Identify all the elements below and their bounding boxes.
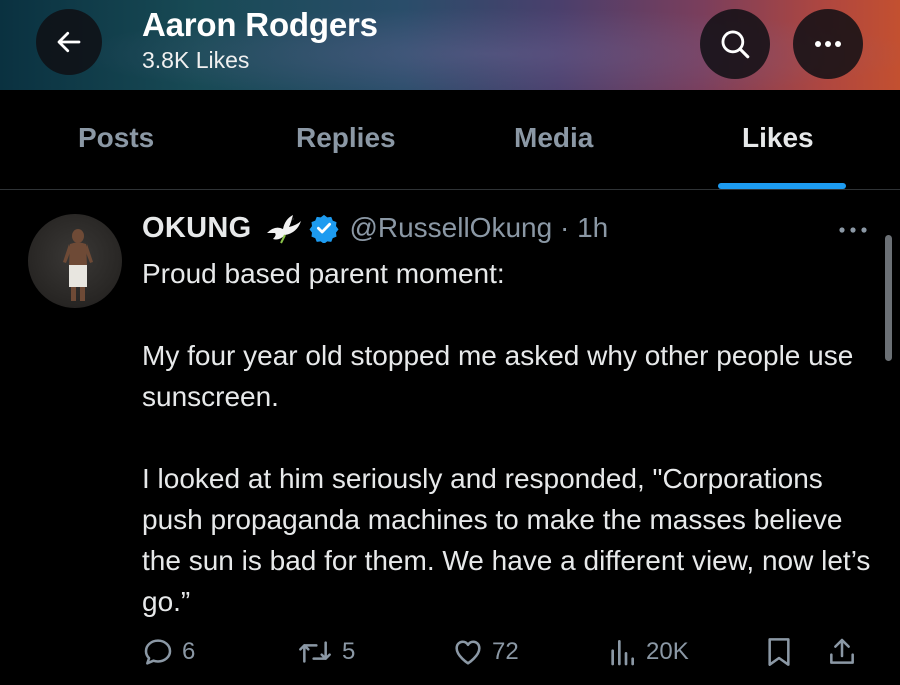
heart-icon — [455, 640, 481, 665]
tab-likes[interactable]: Likes — [742, 122, 814, 154]
bookmark-icon — [768, 638, 790, 666]
back-button[interactable] — [36, 9, 102, 75]
repost-icon — [299, 641, 331, 663]
search-button[interactable] — [700, 9, 770, 79]
active-tab-indicator — [718, 183, 846, 189]
like-button[interactable]: 72 — [452, 636, 519, 668]
tab-replies[interactable]: Replies — [296, 122, 396, 154]
scrollbar[interactable] — [885, 235, 892, 361]
search-icon — [721, 30, 750, 59]
arrow-left-icon — [57, 31, 81, 53]
tweet-author-row: OKUNG @RussellOkung · 1h — [142, 206, 608, 250]
repost-button[interactable]: 5 — [296, 636, 355, 668]
views-count: 20K — [646, 638, 689, 665]
avatar[interactable] — [28, 214, 122, 308]
share-button[interactable] — [826, 636, 858, 668]
reply-icon — [144, 639, 172, 665]
tweet-text: Proud based parent moment: My four year … — [142, 258, 871, 617]
author-display-name[interactable]: OKUNG — [142, 212, 251, 245]
reply-count: 6 — [182, 638, 196, 665]
profile-name: Aaron Rodgers — [142, 6, 378, 43]
bookmark-button[interactable] — [764, 636, 794, 668]
dove-icon — [267, 215, 302, 244]
tab-media[interactable]: Media — [514, 122, 593, 154]
share-icon — [830, 638, 854, 664]
author-handle-timestamp[interactable]: @RussellOkung · 1h — [349, 212, 608, 244]
analytics-icon — [611, 640, 634, 666]
more-horizontal-icon — [815, 41, 841, 47]
more-options-button[interactable] — [793, 9, 863, 79]
verified-badge-icon — [309, 214, 339, 243]
tab-posts[interactable]: Posts — [78, 122, 154, 154]
tweet-more-icon[interactable] — [834, 220, 874, 240]
views-button[interactable]: 20K — [606, 636, 689, 668]
profile-likes-count: 3.8K Likes — [142, 47, 250, 73]
tweet-actions: 6 5 72 20K — [0, 636, 900, 680]
profile-tabs: Posts Replies Media Likes — [0, 90, 900, 190]
like-count: 72 — [492, 638, 519, 665]
repost-count: 5 — [342, 638, 356, 665]
reply-button[interactable]: 6 — [142, 636, 195, 668]
